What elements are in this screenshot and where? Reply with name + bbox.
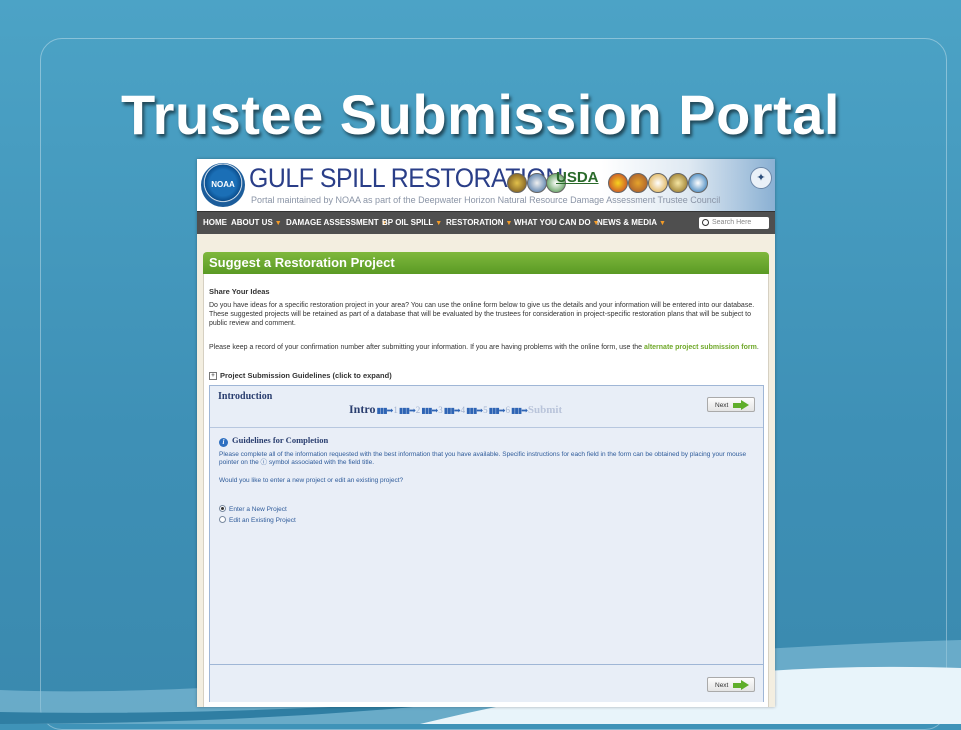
step-arrow-icon: ▮▮▮➡ xyxy=(421,406,438,415)
step-arrow-icon: ▮▮▮➡ xyxy=(443,406,461,415)
usda-logo: USDA xyxy=(556,169,599,186)
nav-about-us[interactable]: ABOUT US ▼ xyxy=(231,218,282,227)
site-subtitle: Portal maintained by NOAA as part of the… xyxy=(251,195,721,205)
state-seal-icon xyxy=(668,173,688,193)
step-arrow-icon: ▮▮▮➡ xyxy=(488,406,506,415)
dropdown-caret-icon: ▼ xyxy=(659,220,666,227)
step-3: 3 xyxy=(438,405,443,415)
radio-edit-project[interactable]: Edit an Existing Project xyxy=(219,516,296,524)
slide-title: Trustee Submission Portal xyxy=(121,83,840,146)
noaa-logo[interactable]: NOAA xyxy=(201,163,245,207)
guidelines-title: i Guidelines for Completion xyxy=(219,435,328,447)
next-arrow-head-icon xyxy=(741,400,749,410)
nav-restoration[interactable]: RESTORATION ▼ xyxy=(446,218,512,227)
state-seal-icon xyxy=(648,173,668,193)
nav-home[interactable]: HOME xyxy=(203,218,227,227)
step-intro: Intro xyxy=(349,402,376,416)
radio-selected-icon[interactable] xyxy=(219,505,226,512)
nav-damage-assessment[interactable]: DAMAGE ASSESSMENT ▼ xyxy=(286,218,388,227)
expand-icon: + xyxy=(209,372,217,380)
guidelines-toggle[interactable]: + Project Submission Guidelines (click to… xyxy=(209,371,392,380)
next-button-bottom[interactable]: Next xyxy=(707,677,755,692)
step-arrow-icon: ▮▮▮➡ xyxy=(510,406,528,415)
progress-steps: Intro▮▮▮➡1▮▮▮➡2▮▮▮➡3▮▮▮➡4▮▮▮➡5▮▮▮➡6▮▮▮➡S… xyxy=(349,400,562,418)
step-5: 5 xyxy=(483,405,488,415)
step-6: 6 xyxy=(505,405,510,415)
step-1: 1 xyxy=(393,405,398,415)
radio-unselected-icon[interactable] xyxy=(219,516,226,523)
step-4: 4 xyxy=(460,405,466,415)
step-submit: Submit xyxy=(527,404,563,416)
next-arrow-head-icon xyxy=(741,680,749,690)
site-banner: NOAA GULF SPILL RESTORATION Portal maint… xyxy=(197,159,775,211)
website-viewport: NOAA GULF SPILL RESTORATION Portal maint… xyxy=(197,159,775,707)
nav-news-media[interactable]: NEWS & MEDIA ▼ xyxy=(597,218,666,227)
radio-new-project[interactable]: Enter a New Project xyxy=(219,505,287,513)
next-button-top[interactable]: Next xyxy=(707,397,755,412)
main-navigation: HOME ABOUT US ▼ DAMAGE ASSESSMENT ▼ BP OIL… xyxy=(197,211,775,235)
state-seal-icon xyxy=(608,173,628,193)
state-seal-icon xyxy=(628,173,648,193)
step-2: 2 xyxy=(415,405,421,415)
dropdown-caret-icon: ▼ xyxy=(274,220,282,227)
search-input[interactable]: Search Here xyxy=(699,217,769,229)
form-footer xyxy=(210,664,763,702)
step-arrow-icon: ▮▮▮➡ xyxy=(398,406,416,415)
alternate-form-link[interactable]: alternate project submission form xyxy=(644,344,757,351)
agency-seal-icon xyxy=(527,173,547,193)
dropdown-caret-icon: ▼ xyxy=(505,220,513,227)
search-placeholder: Search Here xyxy=(712,219,752,226)
dropdown-caret-icon: ▼ xyxy=(435,220,443,227)
form-section-title: Introduction xyxy=(218,391,273,402)
intro-paragraph: Do you have ideas for a specific restora… xyxy=(209,302,755,327)
state-seal-icon xyxy=(688,173,708,193)
guidelines-text: Please complete all of the information r… xyxy=(219,451,747,466)
confirmation-paragraph: Please keep a record of your confirmatio… xyxy=(209,344,759,351)
page-heading: Suggest a Restoration Project xyxy=(203,252,769,274)
nav-what-you-can-do[interactable]: WHAT YOU CAN DO ▼ xyxy=(514,218,600,227)
share-heading: Share Your Ideas xyxy=(209,287,270,296)
step-arrow-icon: ▮▮▮➡ xyxy=(466,406,483,415)
info-icon: i xyxy=(219,438,228,447)
doi-seal-icon: ✦ xyxy=(750,167,772,189)
agency-seal-icon xyxy=(507,173,527,193)
step-arrow-icon: ▮▮▮➡ xyxy=(376,406,393,415)
nav-bp-oil-spill[interactable]: BP OIL SPILL ▼ xyxy=(382,218,442,227)
search-icon xyxy=(702,219,709,226)
project-question: Would you like to enter a new project or… xyxy=(219,477,404,484)
